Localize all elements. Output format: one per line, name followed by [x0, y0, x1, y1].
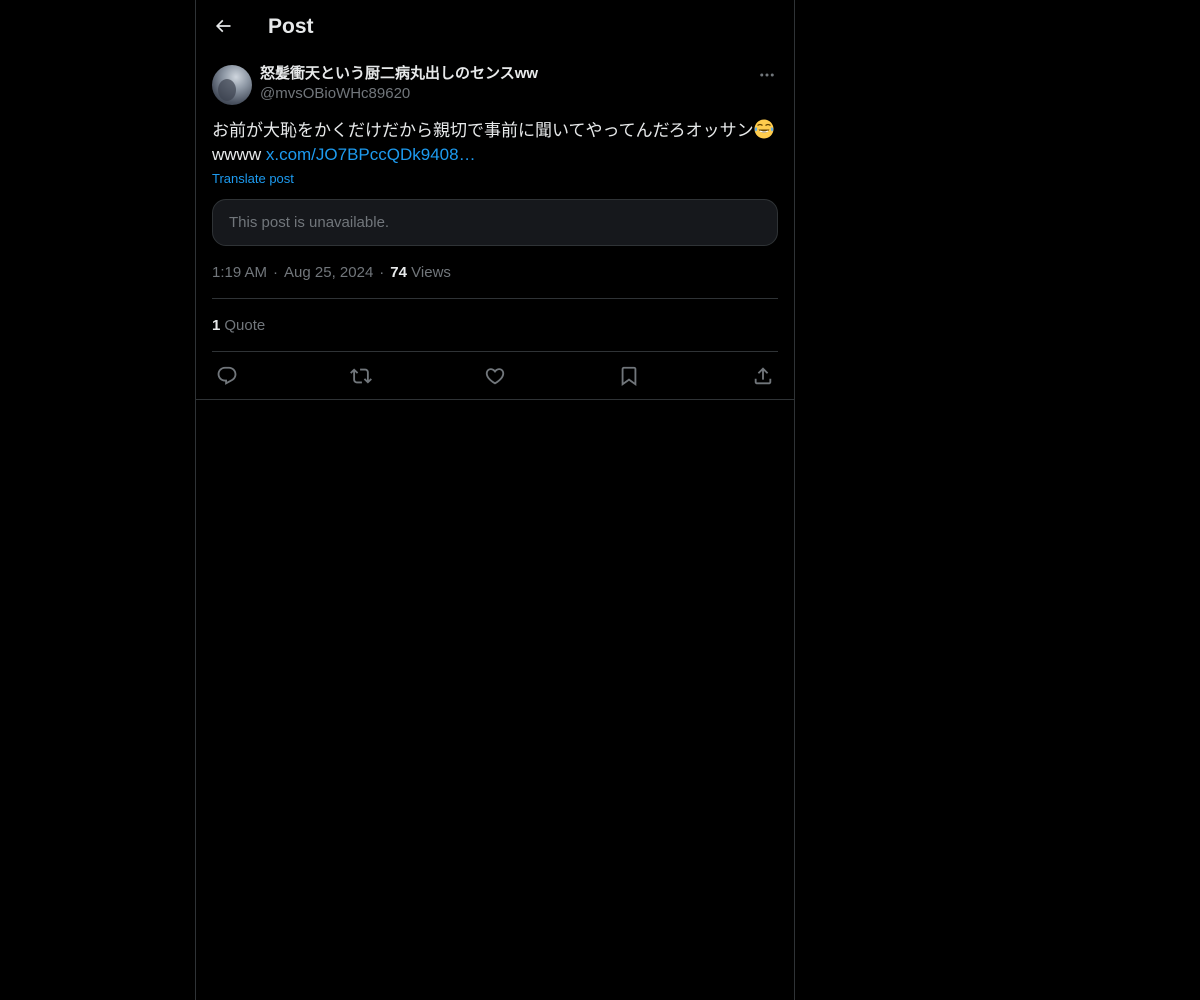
face-with-tears-of-joy-icon	[754, 119, 774, 139]
share-icon	[754, 367, 772, 385]
author-handle[interactable]: @mvsOBioWHc89620	[260, 84, 538, 104]
like-button[interactable]	[480, 362, 510, 390]
heart-icon	[485, 368, 505, 385]
quotes-link[interactable]: 1 Quote	[212, 316, 265, 336]
header: Post	[196, 0, 794, 53]
repost-icon	[350, 368, 372, 384]
bookmark-button[interactable]	[614, 362, 644, 390]
repost-button[interactable]	[346, 362, 376, 390]
avatar[interactable]	[212, 65, 252, 105]
views-count: 74	[390, 264, 407, 281]
post-text-line-2: wwww x.com/JO7BPccQDk9408…	[212, 143, 778, 167]
post-text: お前が大恥をかくだけだから親切で事前に聞いてやってんだろオッサン wwww x.…	[212, 119, 778, 167]
separator-dot: ·	[379, 264, 385, 281]
separator-dot: ·	[273, 264, 279, 281]
post-link[interactable]: x.com/JO7BPccQDk9408…	[266, 145, 476, 164]
author-display-name[interactable]: 怒髪衝天という厨二病丸出しのセンスww	[260, 64, 538, 84]
reply-button[interactable]	[212, 362, 242, 390]
unavailable-quote-card: This post is unavailable.	[212, 199, 778, 246]
post-date[interactable]: Aug 25, 2024	[284, 264, 373, 281]
post-time[interactable]: 1:19 AM	[212, 264, 267, 281]
post-text-content: お前が大恥をかくだけだから親切で事前に聞いてやってんだろオッサン	[212, 121, 754, 140]
divider	[212, 298, 778, 299]
bookmark-icon	[621, 366, 637, 387]
more-horizontal-icon	[760, 73, 774, 77]
avatar-image	[218, 79, 236, 101]
quote-count: 1	[212, 317, 221, 334]
unavailable-text: This post is unavailable.	[229, 214, 390, 231]
reply-icon	[217, 366, 237, 385]
page-title: Post	[268, 15, 314, 38]
post-text-line-1: お前が大恥をかくだけだから親切で事前に聞いてやってんだろオッサン	[212, 119, 778, 143]
share-button[interactable]	[748, 362, 778, 390]
translate-post-button[interactable]: Translate post	[212, 170, 294, 188]
action-bar	[212, 362, 778, 390]
more-options-button[interactable]	[756, 64, 778, 86]
back-button[interactable]	[206, 9, 240, 43]
views-label: Views	[411, 264, 451, 281]
divider	[196, 399, 794, 400]
quote-label: Quote	[224, 317, 266, 334]
primary-column: Post 怒髪衝天という厨二病丸出しのセンスww @mvsOBioWHc8962…	[195, 0, 795, 1000]
author-info: 怒髪衝天という厨二病丸出しのセンスww @mvsOBioWHc89620	[260, 64, 538, 104]
post-metadata: 1:19 AM · Aug 25, 2024 · 74 Views	[212, 263, 451, 283]
post-text-wwww: wwww	[212, 145, 266, 164]
divider	[212, 351, 778, 352]
arrow-left-icon	[215, 19, 231, 33]
